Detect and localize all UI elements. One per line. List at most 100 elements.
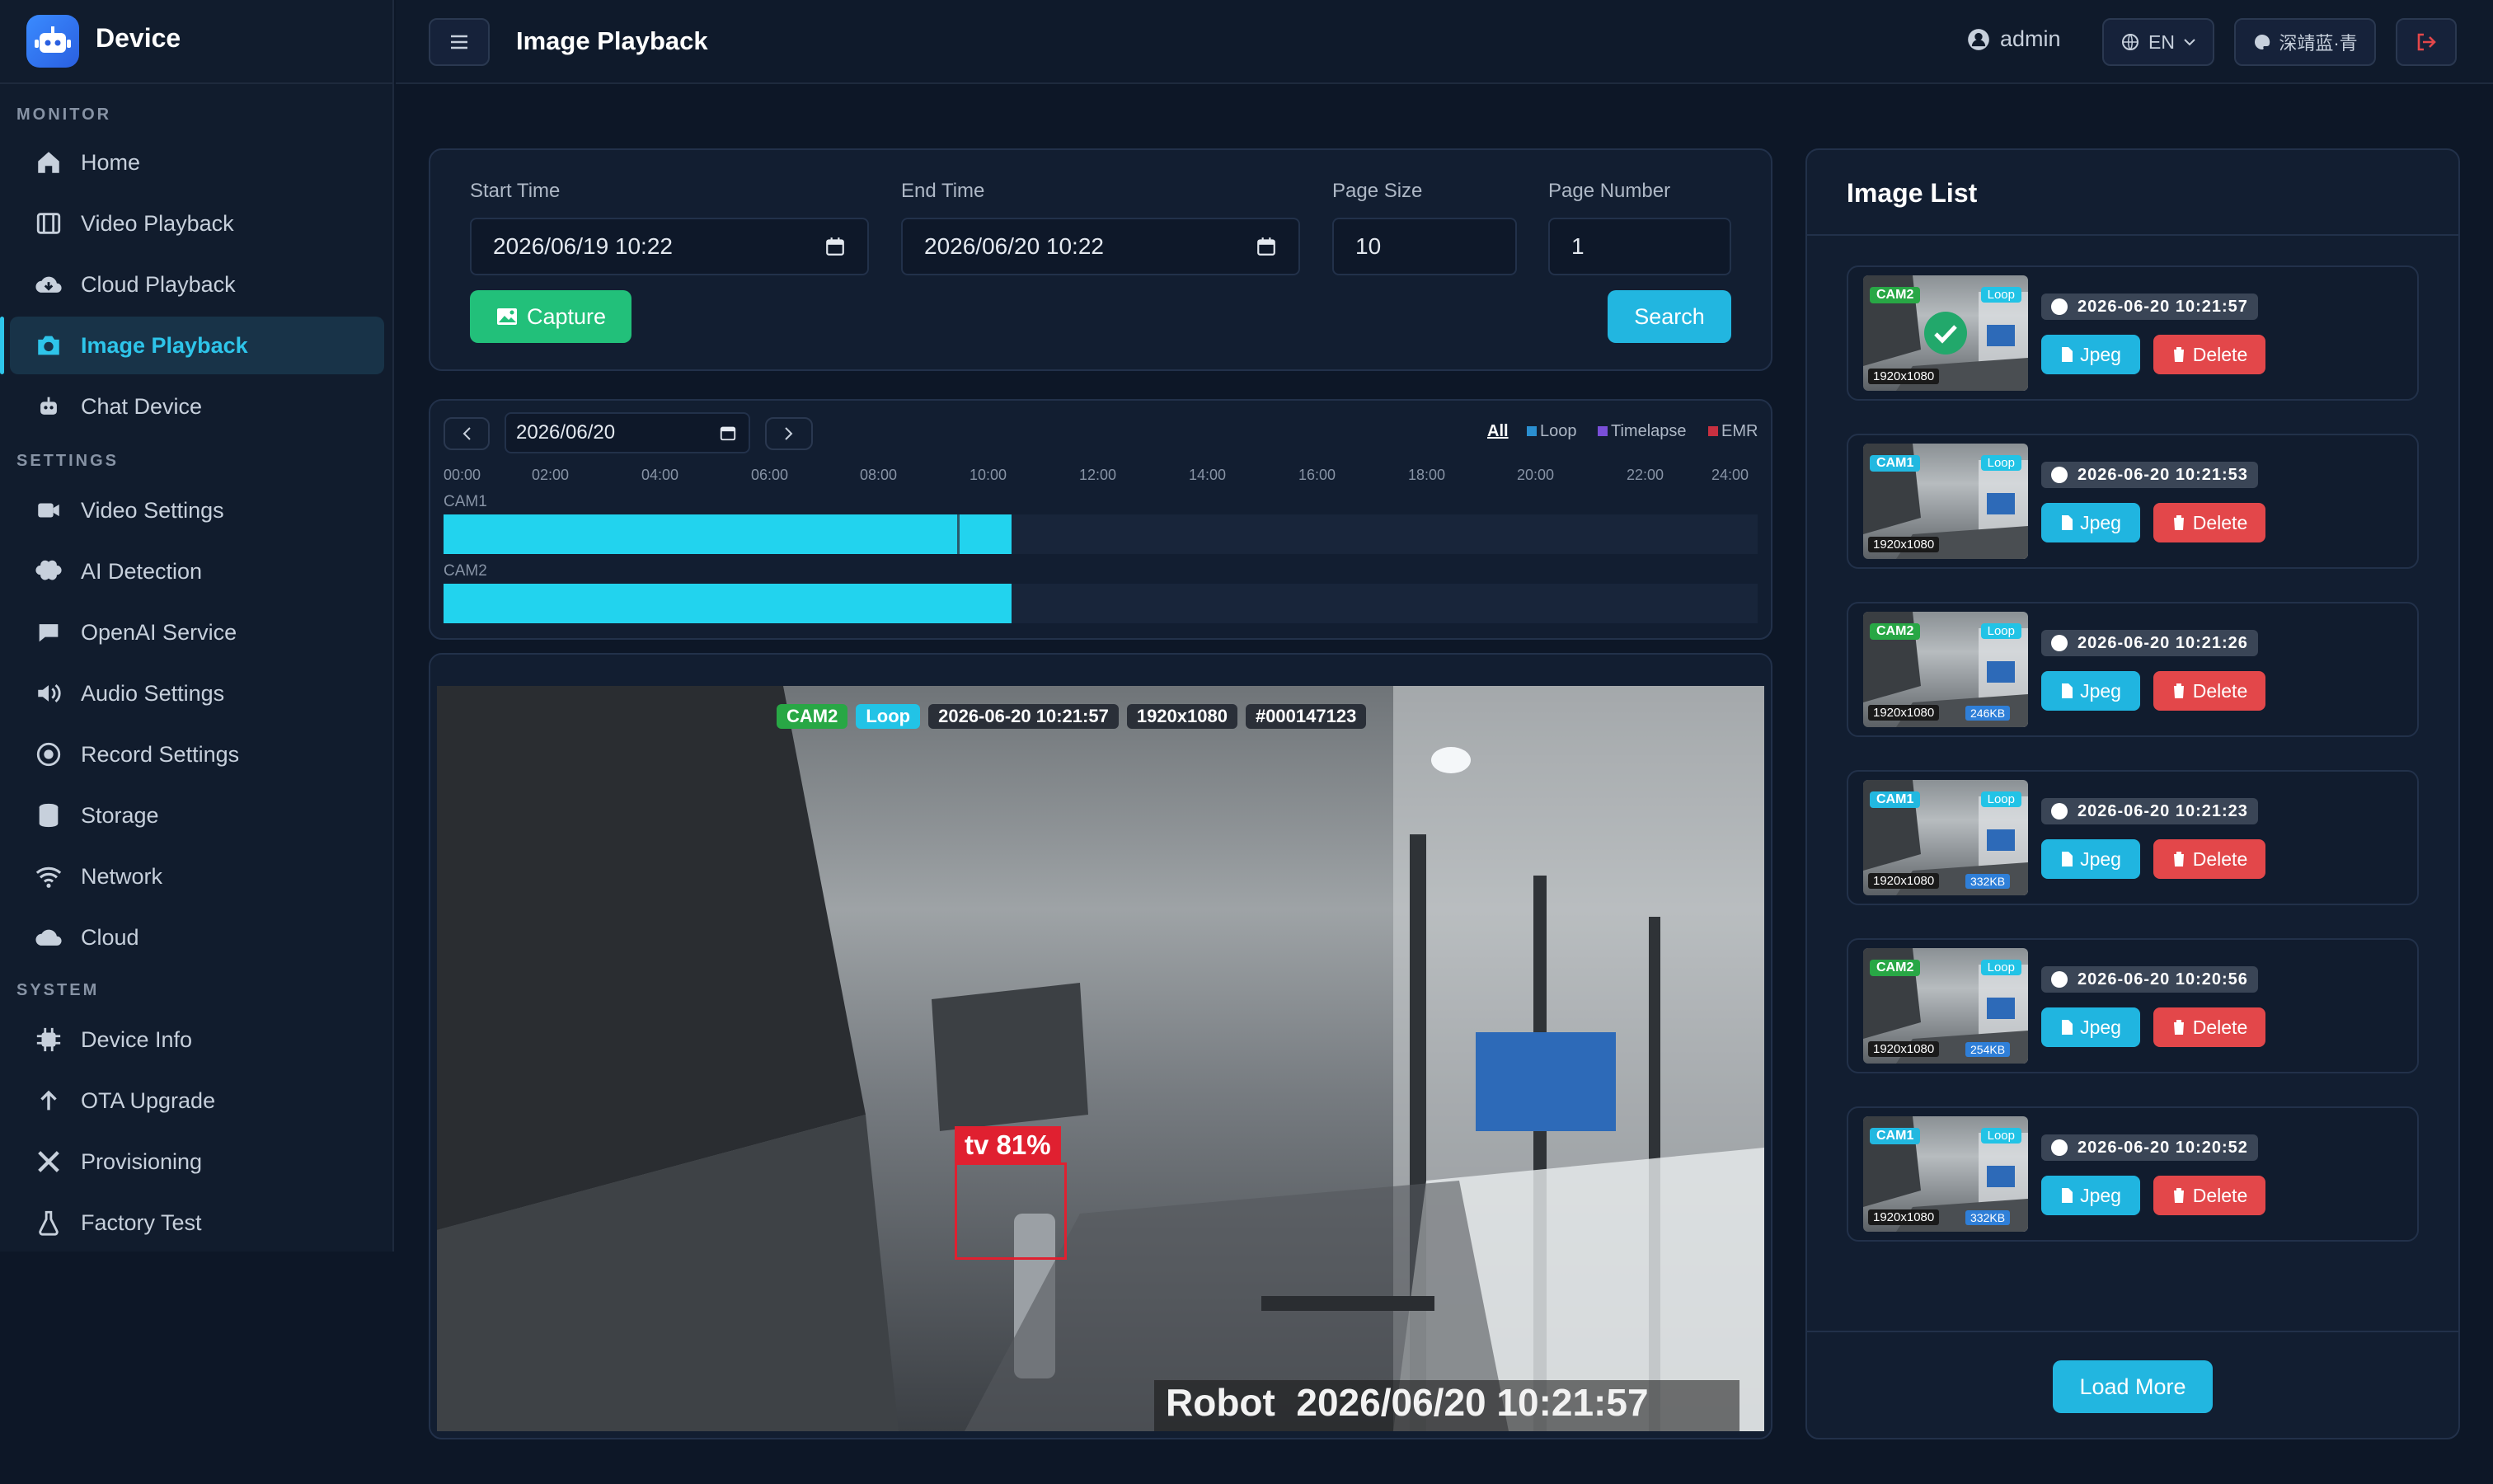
emr-swatch bbox=[1708, 426, 1718, 436]
trash-icon bbox=[2171, 852, 2185, 866]
jpeg-button[interactable]: Jpeg bbox=[2041, 503, 2140, 542]
cam1-track[interactable] bbox=[444, 514, 1758, 554]
delete-button[interactable]: Delete bbox=[2153, 335, 2265, 374]
timeline-date-input[interactable]: 2026/06/20 bbox=[505, 412, 750, 453]
trash-icon bbox=[2171, 683, 2185, 698]
jpeg-label: Jpeg bbox=[2080, 343, 2121, 365]
calendar-icon[interactable] bbox=[719, 424, 737, 442]
timeline-tick: 02:00 bbox=[532, 467, 570, 483]
sidebar-item-chat-device[interactable]: Chat Device bbox=[10, 378, 384, 435]
sidebar-item-image-playback[interactable]: Image Playback bbox=[0, 317, 384, 374]
start-time-input[interactable]: 2026/06/19 10:22 bbox=[470, 218, 869, 275]
calendar-icon[interactable] bbox=[1256, 236, 1277, 257]
end-time-input[interactable]: 2026/06/20 10:22 bbox=[901, 218, 1300, 275]
timeline-tick: 06:00 bbox=[751, 467, 789, 483]
thumb-size-tag: 332KB bbox=[1965, 874, 2011, 889]
menu-toggle-button[interactable] bbox=[429, 18, 490, 66]
sidebar-item-video-playback[interactable]: Video Playback bbox=[10, 195, 384, 252]
snapshot-image[interactable]: CAM2 Loop 2026-06-20 10:21:57 1920x1080 #000… bbox=[437, 686, 1764, 1431]
selected-check-icon bbox=[1924, 312, 1967, 355]
image-list-item[interactable]: CAM1 Loop 1920x1080 2026-06-20 10:21:53 Jpeg… bbox=[1847, 434, 2419, 569]
cam2-coverage-bar[interactable] bbox=[444, 584, 1012, 623]
timeline-tick: 08:00 bbox=[860, 467, 898, 483]
jpeg-button[interactable]: Jpeg bbox=[2041, 671, 2140, 711]
image-list-item[interactable]: CAM2 Loop 1920x1080 254KB 2026-06-20 10:20:5… bbox=[1847, 938, 2419, 1073]
cloud-download-icon bbox=[35, 276, 62, 293]
home-icon bbox=[38, 152, 59, 173]
sidebar-item-record-settings[interactable]: Record Settings bbox=[10, 726, 384, 783]
sidebar-item-audio-settings[interactable]: Audio Settings bbox=[10, 665, 384, 722]
sidebar-item-cloud-playback[interactable]: Cloud Playback bbox=[10, 256, 384, 313]
jpeg-button[interactable]: Jpeg bbox=[2041, 839, 2140, 879]
thumb-mode-tag: Loop bbox=[1980, 623, 2021, 639]
timeline-tick: 14:00 bbox=[1189, 467, 1227, 483]
language-select[interactable]: EN bbox=[2102, 18, 2214, 66]
film-icon bbox=[36, 213, 61, 234]
sidebar-item-network[interactable]: Network bbox=[10, 848, 384, 905]
sidebar-item-storage[interactable]: Storage bbox=[10, 787, 384, 844]
user-icon bbox=[1968, 28, 1989, 50]
legend-timelapse[interactable]: Timelapse bbox=[1598, 422, 1687, 441]
detection-box[interactable] bbox=[955, 1162, 1067, 1260]
image-icon bbox=[496, 308, 517, 325]
cloud-icon bbox=[35, 929, 62, 946]
sidebar-item-openai-service[interactable]: OpenAI Service bbox=[10, 603, 384, 661]
wifi-icon bbox=[35, 866, 62, 888]
divider bbox=[1807, 1331, 2458, 1332]
legend-loop[interactable]: Loop bbox=[1527, 422, 1577, 441]
user-menu[interactable]: admin bbox=[1967, 26, 2061, 52]
sidebar-item-factory-test[interactable]: Factory Test bbox=[10, 1194, 384, 1252]
capture-button[interactable]: Capture bbox=[470, 290, 631, 343]
delete-button[interactable]: Delete bbox=[2153, 839, 2265, 879]
image-list-item[interactable]: CAM1 Loop 1920x1080 332KB 2026-06-20 10:20:5… bbox=[1847, 1106, 2419, 1242]
thumbnail-image[interactable]: CAM1 Loop 1920x1080 332KB bbox=[1863, 1116, 2028, 1232]
jpeg-button[interactable]: Jpeg bbox=[2041, 1007, 2140, 1047]
delete-button[interactable]: Delete bbox=[2153, 671, 2265, 711]
sidebar-item-device-info[interactable]: Device Info bbox=[10, 1011, 384, 1068]
image-list-item[interactable]: CAM2 Loop 1920x1080 2026-06-20 10:21:57 Jpeg… bbox=[1847, 265, 2419, 401]
next-day-button[interactable] bbox=[765, 417, 813, 450]
cam1-coverage-bar[interactable] bbox=[444, 514, 1012, 554]
thumbnail-image[interactable]: CAM1 Loop 1920x1080 332KB bbox=[1863, 780, 2028, 895]
timeline-tick: 12:00 bbox=[1079, 467, 1117, 483]
database-icon bbox=[39, 803, 59, 828]
thumbnail-image[interactable]: CAM2 Loop 1920x1080 254KB bbox=[1863, 948, 2028, 1064]
sidebar-item-home[interactable]: Home bbox=[10, 134, 384, 191]
sidebar-item-ota-upgrade[interactable]: OTA Upgrade bbox=[10, 1072, 384, 1129]
load-more-button[interactable]: Load More bbox=[2053, 1360, 2213, 1413]
search-button[interactable]: Search bbox=[1608, 290, 1731, 343]
sidebar-item-label: Video Settings bbox=[81, 497, 224, 523]
prev-day-button[interactable] bbox=[444, 417, 490, 450]
legend-emr[interactable]: EMR bbox=[1708, 422, 1758, 441]
thumb-cam-tag: CAM1 bbox=[1870, 1128, 1921, 1144]
thumbnail-image[interactable]: CAM2 Loop 1920x1080 bbox=[1863, 275, 2028, 391]
image-list-item[interactable]: CAM1 Loop 1920x1080 332KB 2026-06-20 10:21:2… bbox=[1847, 770, 2419, 905]
thumbnail-image[interactable]: CAM1 Loop 1920x1080 bbox=[1863, 444, 2028, 559]
sidebar-item-label: Device Info bbox=[81, 1026, 193, 1052]
jpeg-label: Jpeg bbox=[2080, 679, 2121, 702]
image-list-item[interactable]: CAM2 Loop 1920x1080 246KB 2026-06-20 10:21:2… bbox=[1847, 602, 2419, 737]
sidebar-item-cloud[interactable]: Cloud bbox=[10, 909, 384, 966]
sidebar-item-label: Chat Device bbox=[81, 393, 203, 419]
jpeg-button[interactable]: Jpeg bbox=[2041, 1176, 2140, 1215]
delete-button[interactable]: Delete bbox=[2153, 1176, 2265, 1215]
legend-all[interactable]: All bbox=[1487, 422, 1509, 441]
thumbnail-image[interactable]: CAM2 Loop 1920x1080 246KB bbox=[1863, 612, 2028, 727]
chevron-right-icon bbox=[785, 427, 793, 440]
jpeg-button[interactable]: Jpeg bbox=[2041, 335, 2140, 374]
language-value: EN bbox=[2148, 31, 2175, 53]
page-size-input[interactable]: 10 bbox=[1332, 218, 1517, 275]
jpeg-label: Jpeg bbox=[2080, 848, 2121, 870]
theme-select[interactable]: 深靖蓝·青 bbox=[2234, 18, 2376, 66]
item-timestamp: 2026-06-20 10:21:23 bbox=[2041, 798, 2258, 824]
sidebar-item-provisioning[interactable]: Provisioning bbox=[10, 1133, 384, 1190]
sidebar-item-ai-detection[interactable]: AI Detection bbox=[10, 542, 384, 600]
delete-button[interactable]: Delete bbox=[2153, 1007, 2265, 1047]
page-number-input[interactable]: 1 bbox=[1548, 218, 1731, 275]
delete-button[interactable]: Delete bbox=[2153, 503, 2265, 542]
sidebar-item-video-settings[interactable]: Video Settings bbox=[10, 481, 384, 539]
logout-button[interactable] bbox=[2396, 18, 2457, 66]
cam2-track[interactable] bbox=[444, 584, 1758, 623]
calendar-icon[interactable] bbox=[824, 236, 846, 257]
item-timestamp: 2026-06-20 10:21:26 bbox=[2041, 630, 2258, 656]
